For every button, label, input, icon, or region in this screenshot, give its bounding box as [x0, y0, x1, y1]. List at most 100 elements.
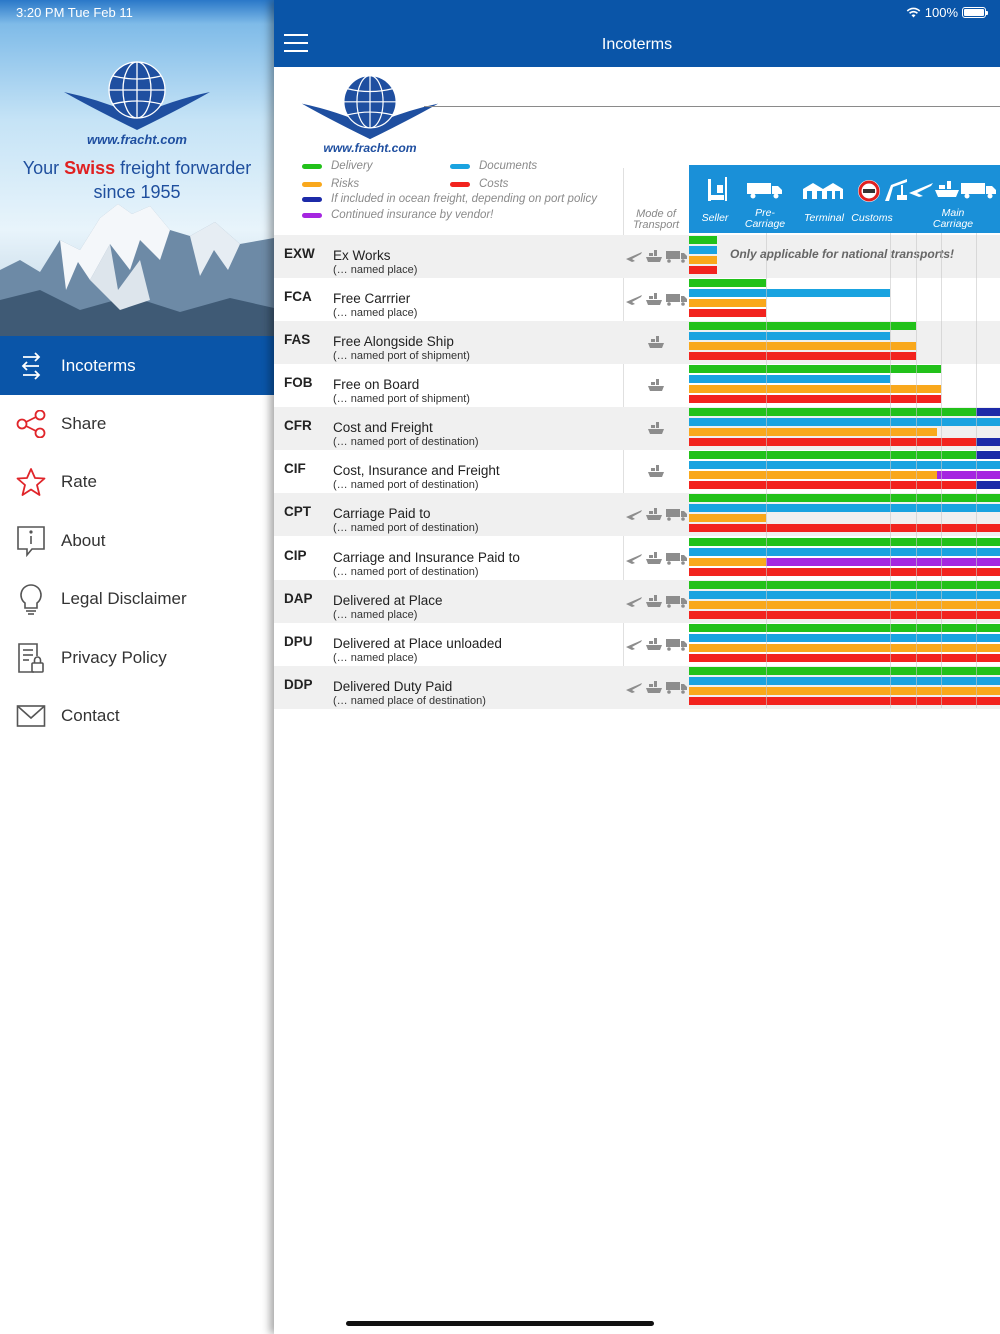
delivery-bar — [689, 624, 1000, 632]
legend-delivery: Delivery — [302, 160, 373, 172]
ship-icon — [648, 336, 664, 348]
incoterm-name: Delivered Duty Paid — [333, 679, 453, 694]
mode-of-transport-header: Mode of Transport — [632, 208, 680, 231]
incoterm-code: DPU — [284, 634, 313, 649]
crane-icon — [885, 179, 907, 201]
sidebar-item-rate[interactable]: Rate — [0, 453, 274, 511]
incoterm-code: CIF — [284, 461, 306, 476]
incoterm-place: (… named place) — [333, 307, 418, 319]
incoterm-place: (… named place) — [333, 264, 418, 276]
sidebar-item-about[interactable]: About — [0, 512, 274, 570]
transport-modes-icon — [626, 595, 687, 608]
table-row[interactable]: DAP Delivered at Place (… named place) — [274, 580, 1000, 623]
delivery-bar — [689, 494, 1000, 502]
terminal-icon — [803, 183, 843, 199]
grid-line — [941, 233, 942, 708]
documents-bar — [689, 332, 890, 340]
sidebar-item-label: Privacy Policy — [61, 648, 167, 667]
documents-bar — [689, 375, 890, 383]
documents-bar — [689, 246, 717, 254]
svg-text:www.fracht.com: www.fracht.com — [87, 132, 187, 147]
responsibility-bars — [689, 408, 1000, 448]
incoterm-name: Carriage and Insurance Paid to — [333, 550, 520, 565]
transport-modes-icon — [626, 508, 687, 521]
responsibility-bars — [689, 365, 1000, 405]
costs-bar — [689, 654, 1000, 662]
transport-modes-icon — [626, 638, 687, 651]
legend-documents: Documents — [450, 160, 537, 172]
share-icon — [15, 408, 47, 440]
table-row[interactable]: FCA Free Carrrier (… named place) — [274, 278, 1000, 321]
ocean-bar — [976, 481, 1000, 489]
ocean-bar — [976, 451, 1000, 459]
incoterm-code: CFR — [284, 418, 312, 433]
divider — [424, 106, 1000, 107]
responsibility-bars — [689, 538, 1000, 578]
legend-ocean: If included in ocean freight, depending … — [302, 193, 597, 205]
risks-bar — [689, 342, 916, 350]
truck-icon — [961, 183, 996, 199]
responsibility-bars — [689, 624, 1000, 664]
sidebar-item-incoterms[interactable]: Incoterms — [0, 336, 274, 395]
delivery-bar — [689, 365, 941, 373]
incoterm-name: Free Carrrier — [333, 291, 411, 306]
battery-percent: 100% — [924, 5, 958, 20]
mode-of-transport — [626, 594, 688, 608]
insurance-bar — [766, 558, 1000, 566]
mode-of-transport — [626, 249, 688, 263]
incoterm-code: FOB — [284, 375, 313, 390]
mail-icon — [15, 700, 47, 732]
documents-bar — [689, 591, 1000, 599]
incoterm-place: (… named port of destination) — [333, 436, 479, 448]
responsibility-bars — [689, 451, 1000, 491]
incoterm-name: Cost and Freight — [333, 420, 433, 435]
costs-bar — [689, 352, 916, 360]
sidebar-item-label: Share — [61, 414, 107, 433]
transport-modes-icon — [626, 681, 687, 694]
incoterm-name: Delivered at Place unloaded — [333, 636, 502, 651]
incoterm-place: (… named place) — [333, 609, 418, 621]
responsibility-bars — [689, 322, 1000, 362]
sidebar-item-share[interactable]: Share — [0, 395, 274, 453]
sidebar-item-privacy-policy[interactable]: Privacy Policy — [0, 629, 274, 687]
sidebar-item-label: About — [61, 531, 106, 550]
mode-of-transport — [626, 507, 688, 521]
table-row[interactable]: FOB Free on Board (… named port of shipmen… — [274, 364, 1000, 407]
table-row[interactable]: CIF Cost, Insurance and Freight (… named p… — [274, 450, 1000, 493]
risks-bar — [689, 601, 1000, 609]
table-row[interactable]: FAS Free Alongside Ship (… named port of s… — [274, 321, 1000, 364]
responsibility-bars — [689, 667, 1000, 707]
responsibility-bars — [689, 494, 1000, 534]
home-indicator — [346, 1321, 654, 1326]
incoterms-icon — [15, 350, 47, 382]
table-row[interactable]: DPU Delivered at Place unloaded (… named p… — [274, 623, 1000, 666]
table-row[interactable]: CFR Cost and Freight (… named port of dest… — [274, 407, 1000, 450]
tagline: Your Swiss freight forwarder since 1955 — [22, 158, 252, 202]
sidebar-item-legal-disclaimer[interactable]: Legal Disclaimer — [0, 570, 274, 628]
table-row[interactable]: CPT Carriage Paid to (… named port of dest… — [274, 493, 1000, 536]
table-row[interactable]: CIP Carriage and Insurance Paid to (… name… — [274, 537, 1000, 580]
svg-text:www.fracht.com: www.fracht.com — [323, 141, 416, 155]
ocean-bar — [976, 438, 1000, 446]
delivery-bar — [689, 408, 976, 416]
star-icon — [15, 466, 47, 498]
table-row[interactable]: EXW Ex Works (… named place) Only applicabl… — [274, 235, 1000, 278]
legend-insurance: Continued insurance by vendor! — [302, 209, 493, 221]
mode-of-transport — [626, 637, 688, 651]
table-row[interactable]: DDP Delivered Duty Paid (… named place of … — [274, 666, 1000, 709]
sidebar-item-contact[interactable]: Contact — [0, 687, 274, 745]
bulb-icon — [15, 583, 47, 615]
incoterm-place: (… named port of destination) — [333, 566, 479, 578]
delivery-bar — [689, 667, 1000, 675]
sidebar-hero: www.fracht.com Your Swiss freight forwar… — [0, 0, 274, 336]
risks-bar — [689, 471, 937, 479]
step-seller: Seller — [701, 212, 729, 224]
wifi-icon — [906, 7, 921, 18]
delivery-bar — [689, 538, 1000, 546]
costs-bar — [689, 266, 717, 274]
documents-bar — [689, 548, 1000, 556]
delivery-bar — [689, 581, 1000, 589]
mode-of-transport — [626, 551, 688, 565]
costs-bar — [689, 438, 976, 446]
risks-bar — [689, 299, 766, 307]
